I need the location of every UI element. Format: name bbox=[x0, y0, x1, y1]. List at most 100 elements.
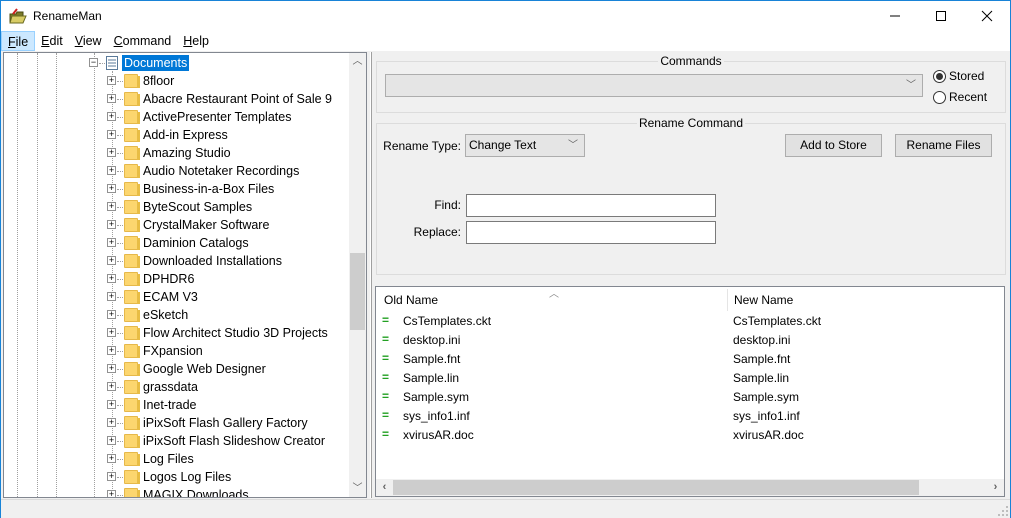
find-input[interactable] bbox=[466, 194, 716, 217]
scroll-up-icon[interactable]: ︿ bbox=[349, 53, 366, 70]
expand-icon[interactable]: + bbox=[107, 148, 116, 157]
commands-combo[interactable]: ﹀ bbox=[385, 74, 923, 97]
expand-icon[interactable]: + bbox=[107, 130, 116, 139]
expand-icon[interactable]: + bbox=[107, 310, 116, 319]
collapse-icon[interactable]: − bbox=[89, 58, 98, 67]
tree-item[interactable]: + DPHDR6 bbox=[4, 270, 349, 288]
new-name-cell: Sample.sym bbox=[733, 390, 800, 404]
file-list[interactable]: Old Name ︿ New Name = CsTemplates.ckt CsTe… bbox=[375, 286, 1005, 497]
file-row[interactable]: = CsTemplates.ckt CsTemplates.ckt bbox=[376, 312, 1004, 331]
expand-icon[interactable]: + bbox=[107, 76, 116, 85]
expand-icon[interactable]: + bbox=[107, 238, 116, 247]
list-horizontal-scrollbar[interactable]: ‹ › bbox=[376, 479, 1004, 496]
unchanged-status-icon: = bbox=[382, 389, 390, 403]
column-header-new-name[interactable]: New Name bbox=[734, 293, 793, 307]
scroll-left-icon[interactable]: ‹ bbox=[376, 479, 393, 496]
tree-connector bbox=[117, 279, 123, 280]
tree-scroll-thumb[interactable] bbox=[350, 253, 365, 330]
expand-icon[interactable]: + bbox=[107, 94, 116, 103]
radio-stored[interactable]: Stored bbox=[933, 69, 984, 83]
tree-item[interactable]: + Inet-trade bbox=[4, 396, 349, 414]
window-title: RenameMan bbox=[33, 9, 102, 23]
old-name-cell: Sample.fnt bbox=[403, 352, 461, 366]
expand-icon[interactable]: + bbox=[107, 472, 116, 481]
file-row[interactable]: = Sample.fnt Sample.fnt bbox=[376, 350, 1004, 369]
expand-icon[interactable]: + bbox=[107, 256, 116, 265]
tree-item[interactable]: + ActivePresenter Templates bbox=[4, 108, 349, 126]
tree-item[interactable]: + grassdata bbox=[4, 378, 349, 396]
tree-item[interactable]: + Audio Notetaker Recordings bbox=[4, 162, 349, 180]
scroll-down-icon[interactable]: ﹀ bbox=[349, 480, 366, 497]
menu-file[interactable]: File bbox=[1, 31, 36, 51]
close-button[interactable] bbox=[964, 1, 1010, 31]
expand-icon[interactable]: + bbox=[107, 220, 116, 229]
tree-item[interactable]: + iPixSoft Flash Gallery Factory bbox=[4, 414, 349, 432]
expand-icon[interactable]: + bbox=[107, 454, 116, 463]
expand-icon[interactable]: + bbox=[107, 490, 116, 497]
file-row[interactable]: = sys_info1.inf sys_info1.inf bbox=[376, 407, 1004, 426]
maximize-button[interactable] bbox=[918, 1, 964, 31]
expand-icon[interactable]: + bbox=[107, 436, 116, 445]
tree-item[interactable]: + Add-in Express bbox=[4, 126, 349, 144]
list-scroll-thumb[interactable] bbox=[393, 480, 919, 495]
expand-icon[interactable]: + bbox=[107, 292, 116, 301]
column-header-old-name[interactable]: Old Name bbox=[384, 293, 438, 307]
expand-icon[interactable]: + bbox=[107, 418, 116, 427]
tree-item-documents[interactable]: − Documents bbox=[4, 54, 349, 72]
expand-icon[interactable]: + bbox=[107, 112, 116, 121]
expand-icon[interactable]: + bbox=[107, 400, 116, 409]
tree-vertical-scrollbar[interactable]: ︿ ﹀ bbox=[349, 53, 366, 497]
tree-item[interactable]: + Business-in-a-Box Files bbox=[4, 180, 349, 198]
menu-help[interactable]: Help bbox=[177, 31, 215, 51]
file-row[interactable]: = Sample.lin Sample.lin bbox=[376, 369, 1004, 388]
tree-item[interactable]: + Logos Log Files bbox=[4, 468, 349, 486]
menu-command[interactable]: Command bbox=[108, 31, 178, 51]
file-row[interactable]: = desktop.ini desktop.ini bbox=[376, 331, 1004, 350]
tree-item[interactable]: +8floor bbox=[4, 72, 349, 90]
folder-tree[interactable]: − Documents +8floor + Abacre Restaurant Poin… bbox=[3, 52, 367, 498]
expand-icon[interactable]: + bbox=[107, 346, 116, 355]
expand-icon[interactable]: + bbox=[107, 382, 116, 391]
new-name-cell: desktop.ini bbox=[733, 333, 791, 347]
tree-item[interactable]: + ECAM V3 bbox=[4, 288, 349, 306]
tree-item[interactable]: + CrystalMaker Software bbox=[4, 216, 349, 234]
tree-item[interactable]: + ByteScout Samples bbox=[4, 198, 349, 216]
expand-icon[interactable]: + bbox=[107, 328, 116, 337]
tree-connector bbox=[117, 153, 123, 154]
minimize-button[interactable] bbox=[872, 1, 918, 31]
tree-item[interactable]: + eSketch bbox=[4, 306, 349, 324]
radio-recent[interactable]: Recent bbox=[933, 90, 987, 104]
add-to-store-button[interactable]: Add to Store bbox=[785, 134, 882, 157]
tree-item[interactable]: + Daminion Catalogs bbox=[4, 234, 349, 252]
tree-item[interactable]: + Amazing Studio bbox=[4, 144, 349, 162]
file-row[interactable]: = Sample.sym Sample.sym bbox=[376, 388, 1004, 407]
file-row[interactable]: = xvirusAR.doc xvirusAR.doc bbox=[376, 426, 1004, 445]
menu-edit[interactable]: Edit bbox=[35, 31, 69, 51]
rename-files-button[interactable]: Rename Files bbox=[895, 134, 992, 157]
tree-item[interactable]: + MAGIX Downloads bbox=[4, 486, 349, 497]
tree-item-label: Audio Notetaker Recordings bbox=[143, 164, 300, 178]
resize-grip-icon[interactable] bbox=[998, 506, 1008, 516]
expand-icon[interactable]: + bbox=[107, 364, 116, 373]
tree-item-label: Flow Architect Studio 3D Projects bbox=[143, 326, 328, 340]
tree-item[interactable]: + iPixSoft Flash Slideshow Creator bbox=[4, 432, 349, 450]
expand-icon[interactable]: + bbox=[107, 166, 116, 175]
menu-view[interactable]: View bbox=[69, 31, 108, 51]
tree-item[interactable]: + Flow Architect Studio 3D Projects bbox=[4, 324, 349, 342]
tree-item[interactable]: + Google Web Designer bbox=[4, 360, 349, 378]
rename-type-select[interactable]: Change Text ﹀ bbox=[465, 134, 585, 157]
tree-item[interactable]: + FXpansion bbox=[4, 342, 349, 360]
scroll-right-icon[interactable]: › bbox=[987, 479, 1004, 496]
expand-icon[interactable]: + bbox=[107, 184, 116, 193]
tree-item[interactable]: + Log Files bbox=[4, 450, 349, 468]
old-name-cell: CsTemplates.ckt bbox=[403, 314, 492, 328]
replace-input[interactable] bbox=[466, 221, 716, 244]
expand-icon[interactable]: + bbox=[107, 202, 116, 211]
tree-item[interactable]: + Downloaded Installations bbox=[4, 252, 349, 270]
column-separator[interactable] bbox=[727, 289, 728, 311]
tree-item[interactable]: + Abacre Restaurant Point of Sale 9 bbox=[4, 90, 349, 108]
splitter[interactable] bbox=[370, 52, 372, 498]
expand-icon[interactable]: + bbox=[107, 274, 116, 283]
radio-stored-label: Stored bbox=[949, 69, 985, 83]
list-header: Old Name ︿ New Name bbox=[376, 287, 1004, 311]
